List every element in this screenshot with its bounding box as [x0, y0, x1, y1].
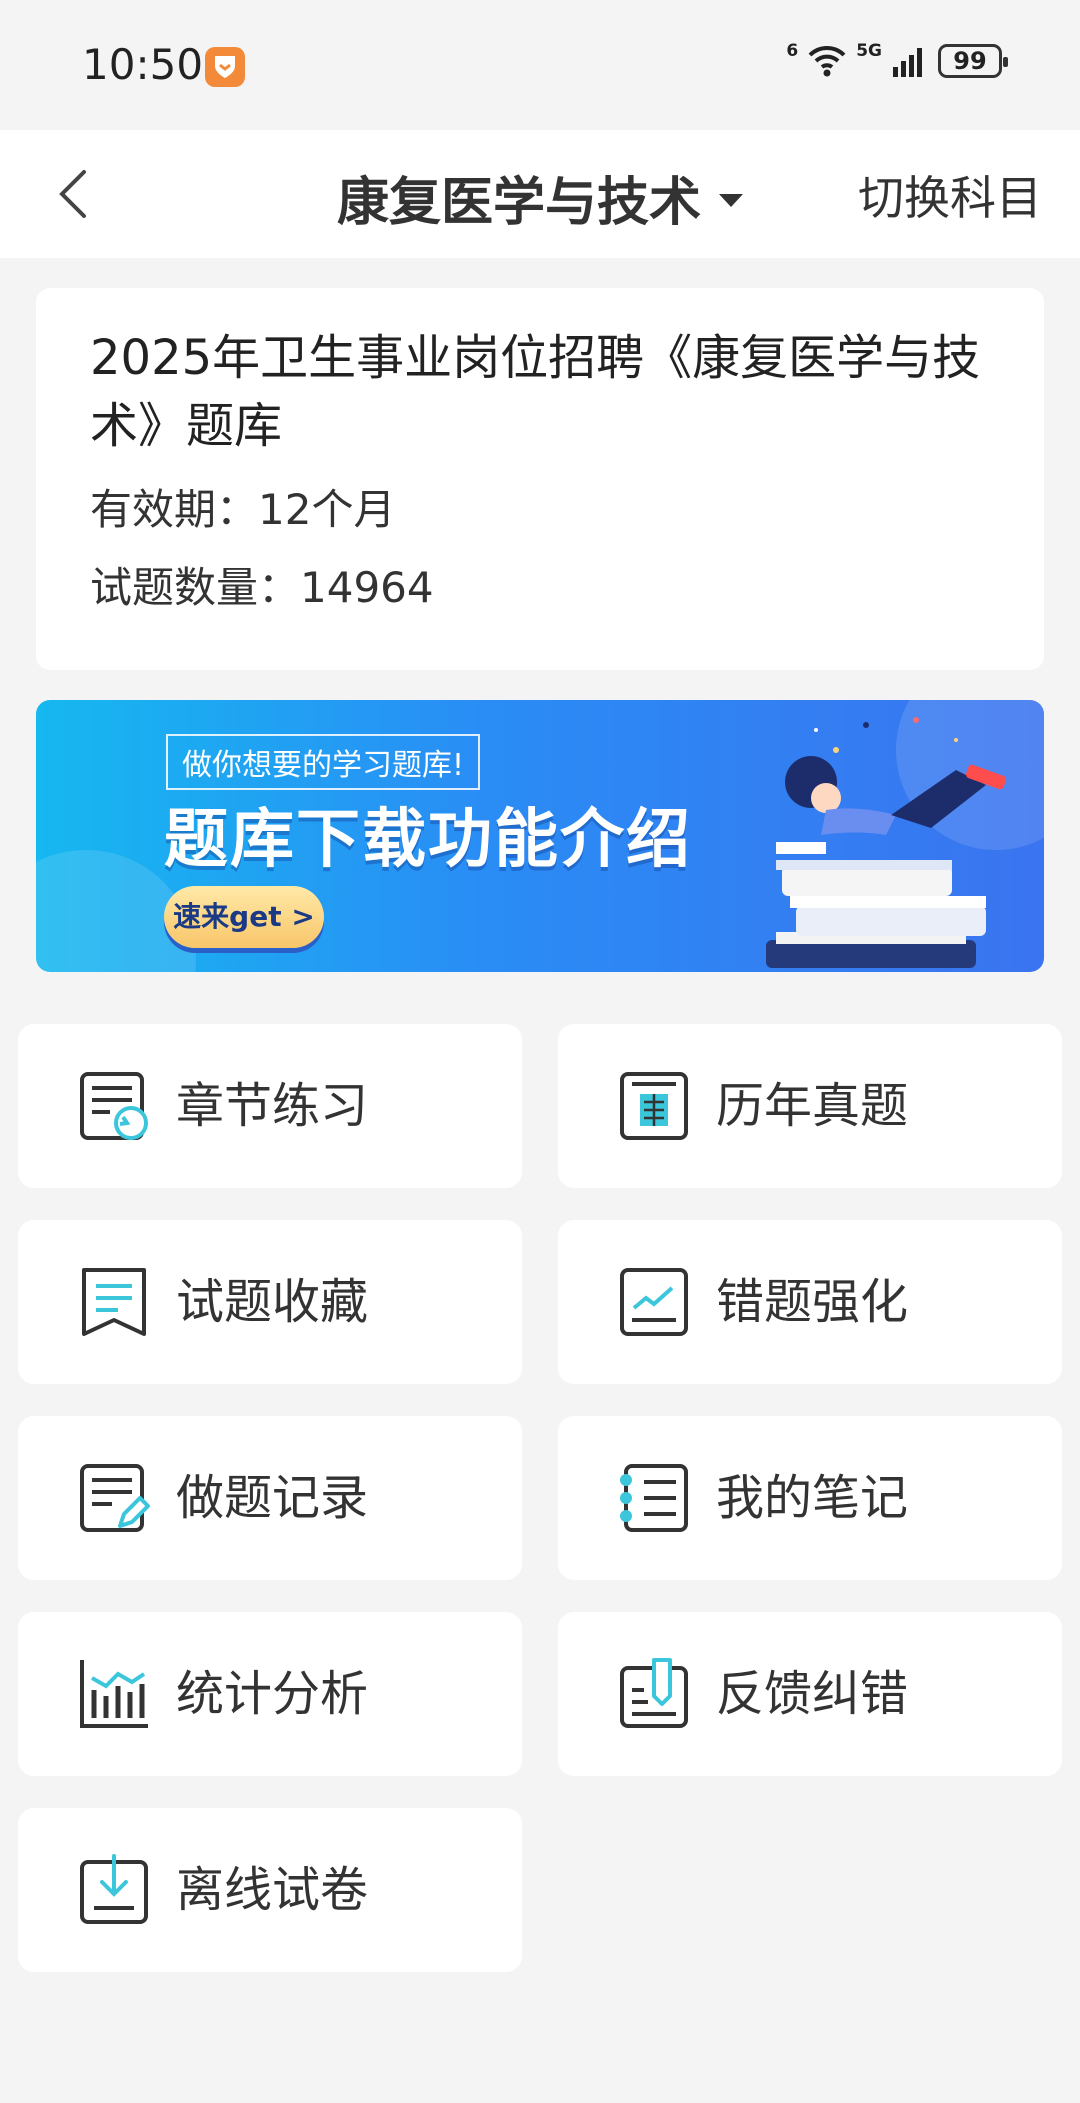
menu-item-label: 做题记录 [176, 1470, 369, 1526]
battery-level: 99 [953, 47, 987, 75]
past-papers-icon [620, 1072, 688, 1140]
menu-item-label: 历年真题 [716, 1078, 909, 1134]
menu-item-label: 离线试卷 [176, 1862, 369, 1918]
question-bank-title: 2025年卫生事业岗位招聘《康复医学与技术》题库 [90, 330, 981, 454]
wrong-questions-icon [620, 1268, 688, 1336]
offline-download-icon [80, 1854, 148, 1924]
feedback-icon [620, 1658, 688, 1728]
banner-headline: 题库下载功能介绍 [164, 803, 692, 877]
studying-girl-illustration [766, 717, 1007, 968]
chapter-practice-icon [80, 1072, 148, 1140]
status-time: 10:50 [82, 40, 204, 89]
menu-item-label: 错题强化 [716, 1274, 909, 1330]
caret-down-icon [719, 193, 743, 207]
banner-cta-button[interactable]: 速来get > [164, 886, 324, 948]
cell-signal-icon [893, 48, 922, 77]
menu-item-offline-download[interactable]: 离线试卷 [18, 1808, 522, 1972]
app-notification-icon [205, 47, 245, 87]
notes-icon [620, 1464, 688, 1532]
wifi-label: 6 [786, 41, 799, 61]
page-title: 康复医学与技术 [336, 173, 701, 233]
menu-item-notes[interactable]: 我的笔记 [558, 1416, 1062, 1580]
menu-item-statistics[interactable]: 统计分析 [18, 1612, 522, 1776]
menu-item-favorites[interactable]: 试题收藏 [18, 1220, 522, 1384]
menu-item-feedback[interactable]: 反馈纠错 [558, 1612, 1062, 1776]
validity-period: 有效期：12个月 [90, 485, 396, 534]
menu-item-chapter-practice[interactable]: 章节练习 [18, 1024, 522, 1188]
history-icon [80, 1464, 150, 1532]
menu-item-label: 反馈纠错 [716, 1666, 909, 1722]
switch-subject-button[interactable]: 切换科目 [858, 162, 1042, 228]
cell-network-label: 5G [856, 41, 882, 61]
menu-item-label: 统计分析 [176, 1666, 369, 1722]
menu-item-label: 我的笔记 [716, 1470, 909, 1526]
status-bar: 10:50 6 5G 99 [0, 0, 1080, 130]
banner-tagline: 做你想要的学习题库! [166, 734, 481, 790]
menu-item-label: 试题收藏 [176, 1274, 369, 1330]
menu-item-past-papers[interactable]: 历年真题 [558, 1024, 1062, 1188]
top-nav-bar: 康复医学与技术 切换科目 [0, 130, 1080, 258]
battery-icon: 99 [938, 44, 1008, 78]
wifi-icon [808, 45, 846, 77]
system-icons: 6 5G 99 [786, 41, 1008, 78]
menu-item-wrong-questions[interactable]: 错题强化 [558, 1220, 1062, 1384]
promo-banner[interactable]: 做你想要的学习题库! 题库下载功能介绍 速来get > [36, 700, 1044, 972]
question-bank-info-card: 2025年卫生事业岗位招聘《康复医学与技术》题库 有效期：12个月 试题数量：1… [36, 288, 1044, 670]
question-count: 试题数量：14964 [90, 563, 434, 612]
statistics-icon [80, 1660, 148, 1728]
menu-item-label: 章节练习 [176, 1078, 369, 1134]
menu-item-history[interactable]: 做题记录 [18, 1416, 522, 1580]
favorites-icon [82, 1268, 146, 1336]
